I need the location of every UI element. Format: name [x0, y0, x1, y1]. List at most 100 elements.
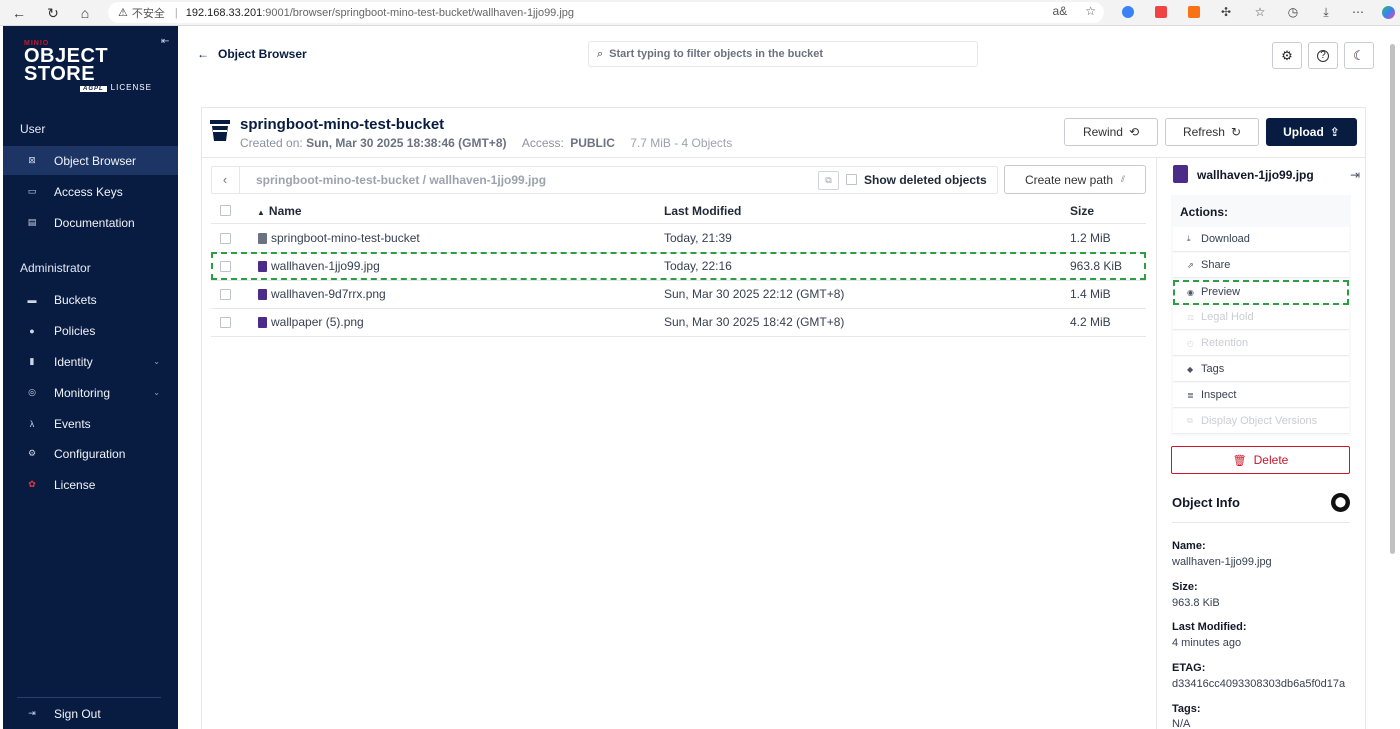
upload-label: Upload: [1283, 125, 1324, 139]
column-last-modified[interactable]: Last Modified: [664, 204, 741, 218]
download-icon[interactable]: ⤓: [1318, 4, 1334, 20]
bucket-icon: ▬: [27, 294, 37, 305]
lambda-icon: λ: [29, 418, 35, 429]
reload-icon[interactable]: ↻: [42, 2, 64, 24]
row-checkbox[interactable]: [220, 261, 231, 272]
table-row[interactable]: wallhaven-9d7rrx.png Sun, Mar 30 2025 22…: [211, 280, 1146, 308]
object-browser-icon: ⊠: [28, 155, 36, 165]
logo-product: OBJECT STORE: [24, 45, 109, 85]
sidebar: MINIO OBJECT STORE AGPL LICENSE ⇤ User ⊠ …: [3, 26, 178, 729]
back-arrow-icon[interactable]: ←: [8, 2, 30, 24]
copy-icon: ⧉: [825, 175, 832, 185]
sidebar-item-license[interactable]: ✿ License: [3, 470, 178, 499]
copy-path-button[interactable]: ⧉: [818, 171, 839, 190]
inspect-action[interactable]: ≣ Inspect: [1173, 383, 1349, 408]
translate-icon[interactable]: a&: [1053, 4, 1068, 18]
column-name[interactable]: ▲ Name: [257, 204, 302, 218]
home-icon[interactable]: ⌂: [74, 2, 96, 24]
back-to-object-browser[interactable]: ← Object Browser: [197, 47, 307, 61]
moon-icon: ☾: [1353, 47, 1365, 63]
close-details-icon[interactable]: ⇥: [1350, 168, 1360, 182]
sidebar-item-access-keys[interactable]: ▭ Access Keys: [3, 177, 178, 206]
history-icon[interactable]: ◷: [1285, 4, 1301, 20]
chevron-down-icon: ⌄: [153, 357, 160, 366]
show-deleted-label: Show deleted objects: [864, 173, 987, 187]
sidebar-item-label: Policies: [54, 323, 96, 338]
copilot-icon[interactable]: [1380, 4, 1396, 20]
extension-icon[interactable]: [1120, 4, 1136, 20]
header-divider: [201, 157, 1366, 158]
license-text: LICENSE: [110, 83, 152, 92]
sign-out-button[interactable]: ⇥ Sign Out: [3, 699, 178, 728]
show-deleted-checkbox[interactable]: [846, 174, 857, 185]
identity-icon: ▮: [29, 356, 35, 366]
gear-icon: ⚙: [1281, 47, 1293, 63]
select-all-checkbox[interactable]: [220, 205, 231, 216]
action-label: Share: [1201, 259, 1231, 271]
row-checkbox[interactable]: [220, 233, 231, 244]
info-modified-value: 4 minutes ago: [1172, 637, 1242, 649]
breadcrumb-path[interactable]: springboot-mino-test-bucket / wallhaven-…: [256, 173, 546, 187]
rewind-button[interactable]: Rewind ⟲: [1064, 118, 1158, 146]
table-row[interactable]: wallpaper (5).png Sun, Mar 30 2025 18:42…: [211, 308, 1146, 336]
dark-mode-button[interactable]: ☾: [1344, 42, 1374, 69]
address-bar[interactable]: ⚠ 不安全 | 192.168.33.201:9001/browser/spri…: [108, 2, 1104, 23]
row-checkbox[interactable]: [220, 317, 231, 328]
table-row-selected[interactable]: wallhaven-1jjo99.jpg Today, 22:16 963.8 …: [211, 252, 1146, 280]
sidebar-item-label: Object Browser: [54, 153, 137, 168]
sidebar-item-object-browser[interactable]: ⊠ Object Browser: [3, 146, 178, 175]
help-button[interactable]: ?: [1308, 42, 1338, 69]
page-scrollbar[interactable]: [1390, 44, 1395, 554]
extension-icon[interactable]: [1186, 4, 1202, 20]
download-action[interactable]: ⤓ Download: [1173, 227, 1349, 252]
share-icon: ⇗: [1187, 260, 1194, 270]
refresh-button[interactable]: Refresh ↻: [1165, 118, 1259, 146]
sidebar-item-events[interactable]: λ Events: [3, 409, 178, 438]
favorites-icon[interactable]: ☆: [1252, 4, 1268, 20]
column-name-label: Name: [268, 204, 302, 218]
trash-icon: 🗑: [1232, 454, 1247, 467]
display-versions-action: ⧉ Display Object Versions: [1173, 409, 1349, 434]
agpl-badge: AGPL: [80, 86, 107, 92]
new-path-icon: ⫽: [1121, 174, 1126, 184]
row-checkbox[interactable]: [220, 289, 231, 300]
sidebar-item-policies[interactable]: ● Policies: [3, 316, 178, 345]
extension-icon[interactable]: [1153, 4, 1169, 20]
object-filter-search[interactable]: ⌕: [588, 41, 978, 67]
more-icon[interactable]: ⋯: [1350, 4, 1366, 20]
info-tags-label: Tags:: [1172, 703, 1201, 715]
created-label: Created on:: [240, 136, 303, 150]
settings-button[interactable]: ⚙: [1272, 42, 1302, 69]
create-path-label: Create new path: [1024, 172, 1114, 187]
sidebar-item-monitoring[interactable]: ◎ Monitoring ⌄: [3, 378, 178, 407]
logo-license: AGPL LICENSE: [80, 83, 164, 92]
metadata-icon[interactable]: ⬤: [1331, 493, 1350, 512]
create-new-path-button[interactable]: Create new path ⫽: [1004, 165, 1146, 194]
column-size[interactable]: Size: [1070, 204, 1094, 218]
row-size: 1.2 MiB: [1070, 231, 1111, 245]
sidebar-item-buckets[interactable]: ▬ Buckets: [3, 285, 178, 314]
chevron-left-icon[interactable]: ‹: [216, 170, 234, 188]
star-icon[interactable]: ☆: [1085, 4, 1096, 18]
bucket-meta: Created on: Sun, Mar 30 2025 18:38:46 (G…: [240, 136, 732, 150]
tags-action[interactable]: ◆ Tags: [1173, 357, 1349, 382]
share-action[interactable]: ⇗ Share: [1173, 253, 1349, 278]
sidebar-item-documentation[interactable]: ▤ Documentation: [3, 208, 178, 237]
table-row[interactable]: springboot-mino-test-bucket Today, 21:39…: [211, 224, 1146, 252]
puzzle-icon[interactable]: ✣: [1218, 4, 1234, 20]
upload-button[interactable]: Upload ⇪: [1266, 118, 1357, 146]
action-label: Download: [1201, 233, 1250, 245]
file-icon: [258, 233, 267, 244]
license-icon: ✿: [28, 479, 36, 489]
preview-action[interactable]: ◉ Preview: [1173, 280, 1349, 305]
collapse-sidebar-icon[interactable]: ⇤: [161, 36, 169, 47]
key-icon: ▭: [27, 186, 37, 196]
sidebar-item-identity[interactable]: ▮ Identity ⌄: [3, 347, 178, 376]
action-label: Legal Hold: [1201, 311, 1254, 323]
sidebar-item-label: Configuration: [54, 446, 126, 461]
search-input[interactable]: [609, 48, 960, 60]
delete-button[interactable]: 🗑 Delete: [1171, 446, 1350, 474]
insecure-label: 不安全: [131, 7, 165, 20]
sidebar-item-label: Buckets: [54, 292, 97, 307]
sidebar-item-configuration[interactable]: ⚙ Configuration: [3, 439, 178, 468]
